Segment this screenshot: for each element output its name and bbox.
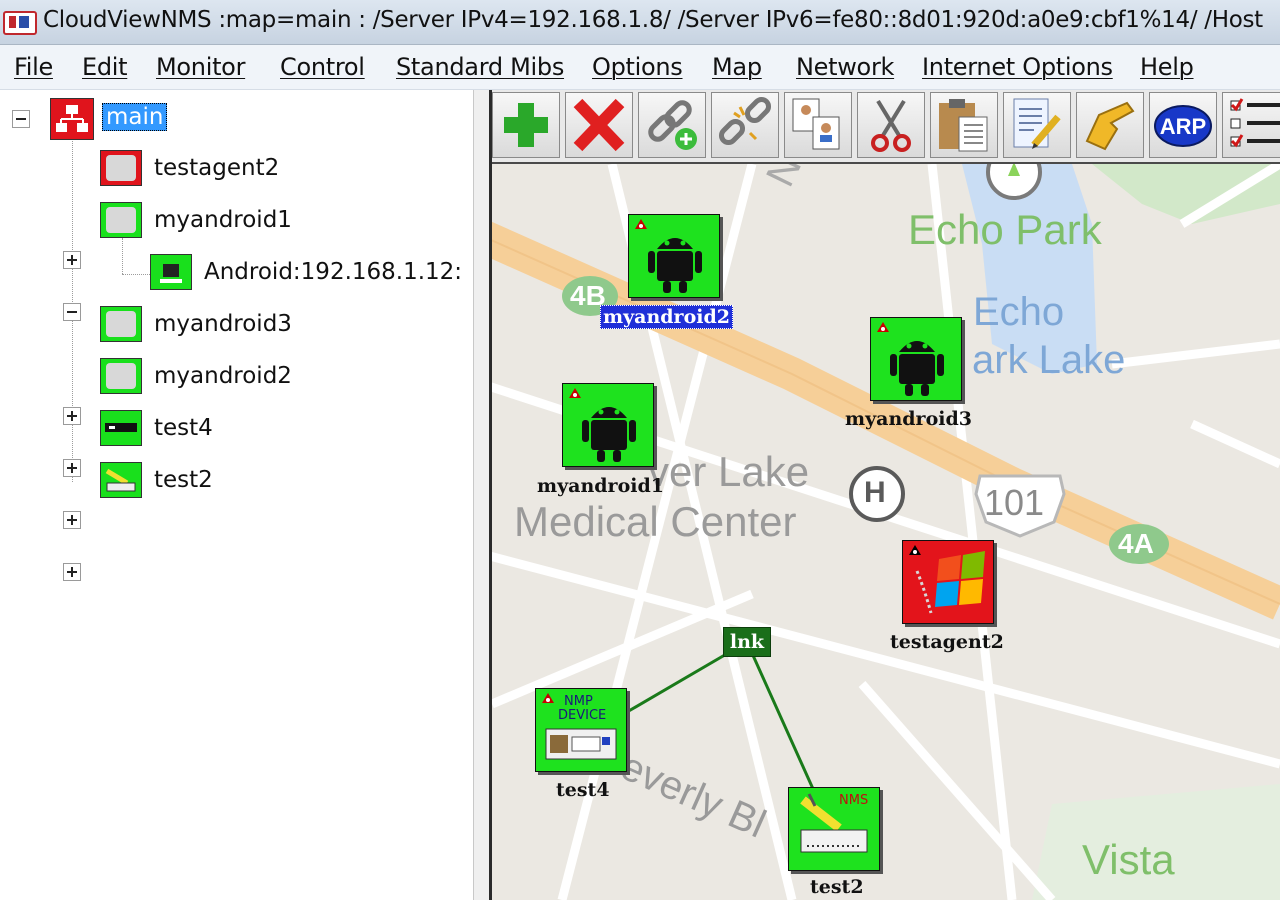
checklist-button[interactable] (1222, 92, 1280, 158)
map-label-medical-center: Medical Center (514, 498, 797, 545)
menu-monitor[interactable]: Monitor (156, 53, 245, 81)
map-toolbar: ARP (492, 90, 1280, 164)
arp-button[interactable]: ARP (1149, 92, 1217, 158)
device-green-icon[interactable] (100, 410, 142, 446)
copy-device-icon (792, 98, 840, 150)
menu-bar: File Edit Monitor Control Standard Mibs … (0, 45, 1280, 90)
arp-label: ARP (1160, 114, 1206, 139)
android-robot-icon (569, 388, 636, 462)
device-label-myandroid2[interactable]: myandroid2 (600, 305, 733, 329)
nms-device-icon[interactable] (100, 462, 142, 498)
android-robot-icon (635, 219, 702, 293)
delete-button[interactable] (565, 92, 633, 158)
android-robot-icon (877, 322, 944, 396)
device-label-testagent2[interactable]: testagent2 (890, 631, 1004, 653)
tree-node-myandroid2[interactable]: myandroid2 (154, 363, 292, 389)
map-label-vista: Vista (1082, 836, 1175, 883)
menu-standard-mibs[interactable]: Standard Mibs (396, 53, 564, 81)
device-test4[interactable]: NMP DEVICE (535, 688, 627, 772)
tree-expand-toggle[interactable] (63, 407, 81, 425)
menu-control[interactable]: Control (280, 53, 365, 81)
break-link-icon (718, 96, 772, 146)
paste-button[interactable] (930, 92, 998, 158)
add-icon (504, 103, 548, 147)
device-label-test2[interactable]: test2 (810, 876, 864, 898)
checklist-icon (1230, 98, 1280, 148)
device-testagent2[interactable] (902, 540, 994, 624)
tree-collapse-toggle[interactable] (63, 303, 81, 321)
edit-button[interactable] (1003, 92, 1071, 158)
cut-button[interactable] (857, 92, 925, 158)
tree-expand-toggle[interactable] (63, 511, 81, 529)
map-label-silver-lake: ver Lake (648, 448, 810, 495)
workstation-red-icon[interactable] (100, 150, 142, 186)
break-link-button[interactable] (711, 92, 779, 158)
tree-connector (122, 238, 123, 274)
menu-file[interactable]: File (14, 53, 53, 81)
workstation-green-icon[interactable] (100, 202, 142, 238)
svg-text:NMS: NMS (839, 793, 868, 808)
workstation-green-icon[interactable] (100, 358, 142, 394)
title-bar: CloudViewNMS :map=main : /Server IPv4=19… (0, 0, 1280, 45)
device-label-test4[interactable]: test4 (556, 779, 610, 801)
svg-text:DEVICE: DEVICE (558, 708, 606, 723)
paste-icon (939, 99, 988, 152)
nms-device-icon: NMS (800, 793, 868, 853)
link-node-lnk[interactable]: lnk (723, 627, 771, 657)
device-myandroid1[interactable] (562, 383, 654, 467)
android-agent-icon[interactable] (150, 254, 192, 290)
highway-shield-101: 101 (984, 482, 1045, 523)
device-myandroid3[interactable] (870, 317, 962, 401)
add-link-icon (648, 100, 697, 150)
menu-help[interactable]: Help (1140, 53, 1194, 81)
menu-options[interactable]: Options (592, 53, 683, 81)
tree-collapse-toggle[interactable] (12, 110, 30, 128)
map-label-lake: ark Lake (972, 338, 1126, 382)
map-network-icon[interactable] (50, 98, 94, 140)
add-button[interactable] (492, 92, 560, 158)
add-link-button[interactable] (638, 92, 706, 158)
svg-text:NMP: NMP (564, 694, 593, 709)
tree-expand-toggle[interactable] (63, 251, 81, 269)
pointer-hand-icon (1085, 101, 1135, 151)
app-logo-icon (3, 11, 37, 35)
menu-network[interactable]: Network (796, 53, 894, 81)
tree-expand-toggle[interactable] (63, 563, 81, 581)
tree-node-myandroid3[interactable]: myandroid3 (154, 311, 292, 337)
menu-edit[interactable]: Edit (82, 53, 128, 81)
arp-icon: ARP (1154, 105, 1212, 147)
tree-connector (122, 274, 150, 275)
menu-internet-options[interactable]: Internet Options (922, 53, 1113, 81)
copy-device-button[interactable] (784, 92, 852, 158)
device-label-myandroid3[interactable]: myandroid3 (845, 408, 972, 430)
workstation-green-icon[interactable] (100, 306, 142, 342)
cut-icon (871, 99, 911, 152)
snmp-device-icon: NMPDEVICE (542, 693, 617, 760)
hospital-icon: H (864, 476, 886, 509)
tree-root-label[interactable]: main (102, 103, 168, 131)
edit-icon (1013, 98, 1061, 149)
device-myandroid2[interactable] (628, 214, 720, 298)
tree-node-android-agent[interactable]: Android:192.168.1.12: (204, 259, 462, 285)
tree-node-testagent2[interactable]: testagent2 (154, 155, 279, 181)
tree-expand-toggle[interactable] (63, 459, 81, 477)
pointer-button[interactable] (1076, 92, 1144, 158)
window-title: CloudViewNMS :map=main : /Server IPv4=19… (43, 7, 1263, 33)
tree-node-test4[interactable]: test4 (154, 415, 213, 441)
device-label-myandroid1[interactable]: myandroid1 (537, 475, 664, 497)
network-map[interactable]: Echo Park Echo ark Lake ver Lake Medical… (492, 164, 1280, 900)
tree-node-myandroid1[interactable]: myandroid1 (154, 207, 292, 233)
device-test2[interactable]: NMS (788, 787, 880, 871)
delete-icon (573, 98, 625, 152)
tree-node-test2[interactable]: test2 (154, 467, 213, 493)
map-label-echo-park: Echo Park (908, 206, 1102, 253)
menu-map[interactable]: Map (712, 53, 762, 81)
device-tree: main testagent2 myandroid1 Android:192.1… (0, 90, 473, 900)
exit-marker-4a: 4A (1118, 528, 1154, 559)
pane-splitter[interactable] (473, 90, 490, 900)
windows-logo-icon (909, 545, 985, 614)
map-label-lake: Echo (973, 290, 1065, 334)
